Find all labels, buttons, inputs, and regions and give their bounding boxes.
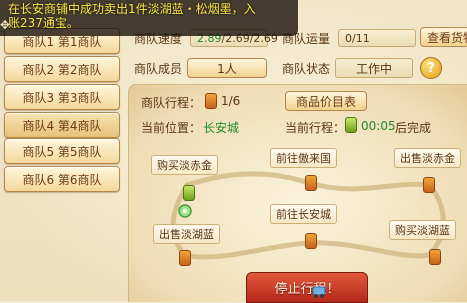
members-label: 商队成员 bbox=[134, 62, 183, 76]
notice-line-1: 在长安商铺中成功卖出1件淡湖蓝・松烟墨，入 bbox=[8, 2, 256, 16]
stop-trip-button[interactable]: 停止行程！ bbox=[246, 272, 368, 303]
sale-notice: 在长安商铺中成功卖出1件淡湖蓝・松烟墨，入 账237通宝。 bbox=[0, 0, 298, 36]
team-button-4[interactable]: 商队4 第4商队 bbox=[4, 112, 120, 138]
node-lantern-4 bbox=[429, 249, 441, 265]
move-icon[interactable]: ✥ bbox=[0, 18, 14, 32]
team-button-3[interactable]: 商队3 第3商队 bbox=[4, 84, 120, 110]
caravan-marker-icon bbox=[178, 204, 192, 218]
view-goods-button[interactable]: 查看货物 bbox=[420, 27, 467, 47]
route-node-sell-lake-blue: 出售淡湖蓝 bbox=[153, 224, 220, 244]
members-button[interactable]: 1人 bbox=[187, 58, 267, 78]
node-lantern-5 bbox=[305, 233, 317, 249]
node-lantern-1 bbox=[183, 185, 195, 201]
node-lantern-2 bbox=[305, 175, 317, 191]
route-path bbox=[170, 171, 446, 260]
status-value: 工作中 bbox=[335, 58, 413, 78]
node-lantern-3 bbox=[423, 177, 435, 193]
notice-line-2: 账237通宝。 bbox=[8, 16, 79, 30]
team-button-2[interactable]: 商队2 第2商队 bbox=[4, 56, 120, 82]
cargo-value: 0/11 bbox=[338, 29, 416, 47]
status-label: 商队状态 bbox=[282, 62, 331, 76]
help-icon[interactable]: ? bbox=[420, 57, 442, 79]
caravan-icon bbox=[312, 286, 326, 298]
team-button-5[interactable]: 商队5 第5商队 bbox=[4, 138, 120, 164]
route-node-to-aolai: 前往傲来国 bbox=[270, 148, 337, 168]
route-node-sell-red-gold: 出售淡赤金 bbox=[394, 148, 461, 168]
route-node-buy-lake-blue: 购买淡湖蓝 bbox=[389, 220, 456, 240]
route-map: 商队行程： 1/6 商品价目表 当前位置： 长安城 当前行程： 00:05 后完… bbox=[128, 84, 467, 302]
route-node-to-changan: 前往长安城 bbox=[270, 204, 337, 224]
team-button-6[interactable]: 商队6 第6商队 bbox=[4, 166, 120, 192]
team-list: 商队1 第1商队 商队2 第2商队 商队3 第3商队 商队4 第4商队 商队5 … bbox=[0, 26, 122, 301]
node-lantern-6 bbox=[179, 250, 191, 266]
route-node-buy-red-gold: 购买淡赤金 bbox=[151, 155, 218, 175]
